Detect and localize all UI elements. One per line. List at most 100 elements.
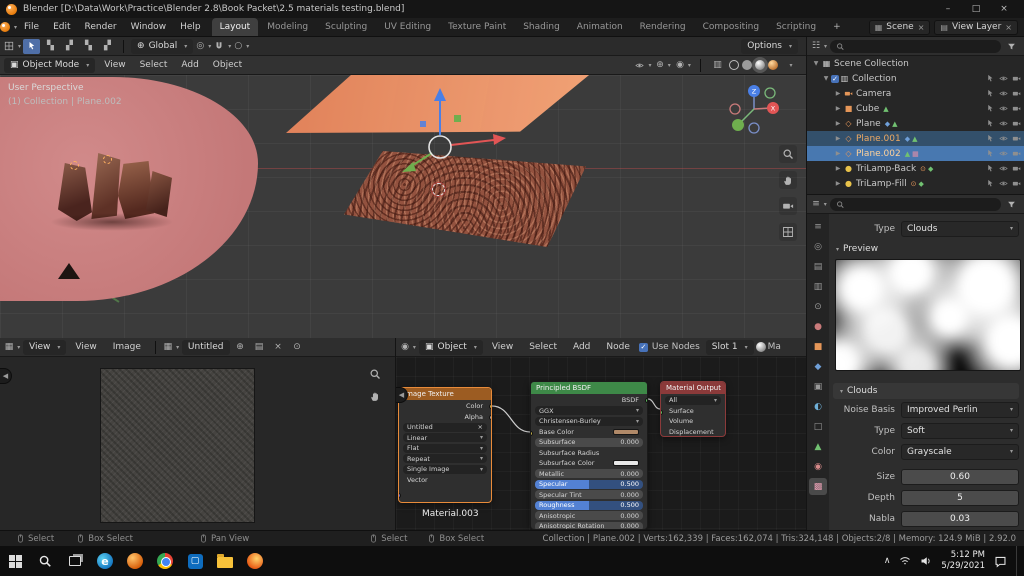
subsurface-slider[interactable]: Subsurface 0.000 [535,437,643,447]
noise-basis-dropdown[interactable]: Improved Perlin ▾ [901,401,1019,418]
base-color-swatch[interactable] [613,428,639,435]
expand-icon[interactable]: ▶ [833,90,843,97]
pin-icon[interactable]: ⊙ [289,340,306,355]
shader-menu-node[interactable]: Node [599,338,637,356]
color-dropdown[interactable]: Grayscale ▾ [901,443,1019,460]
browse-image-icon[interactable]: ▦ ▾ [163,340,180,355]
outliner-row-cube[interactable]: ▶ ■ Cube ▲ [807,101,1024,116]
ortho-grid-icon[interactable] [779,223,797,241]
navigation-gizmo[interactable]: Z X [728,83,780,135]
unlink-view-layer-icon[interactable]: × [1005,23,1012,32]
tab-render[interactable]: ◎ [809,238,827,255]
hide-eye-icon[interactable] [999,89,1008,99]
selectable-icon[interactable] [986,119,995,129]
image-texture-node[interactable]: Image Texture Color Alpha Untitled × Line… [398,387,492,503]
interpolation-dropdown[interactable]: Linear ▾ [403,433,487,442]
action-center-icon[interactable] [994,555,1007,568]
preview-section-header[interactable]: ▾ Preview [833,241,1019,257]
shading-rendered-button[interactable] [768,60,778,70]
select-mode-intersect-icon[interactable]: ▞ [99,39,116,54]
properties-search[interactable] [830,197,1001,211]
base-color-input-socket[interactable] [531,431,533,436]
viewport-menu-select[interactable]: Select [133,60,175,70]
depth-field[interactable]: 5 [901,489,1019,506]
volume-icon[interactable] [920,555,932,567]
subsurface-method-dropdown[interactable]: Christensen-Burley ▾ [535,416,643,426]
material-output-node[interactable]: Material Output All ▾ Surface Volume Disp… [660,381,726,437]
outliner-row-scene-collection[interactable]: ▼ ▦ Scene Collection [807,56,1024,71]
chrome-icon[interactable] [150,546,180,576]
texture-type-dropdown[interactable]: Clouds ▾ [901,220,1019,237]
material-slot-dropdown[interactable]: Slot 1 ▾ [705,339,754,355]
camera-view-icon[interactable] [779,197,797,215]
unlink-image-icon[interactable]: × [478,423,483,431]
extension-dropdown[interactable]: Repeat ▾ [403,454,487,463]
editor-type-dropdown[interactable]: ▾ [4,39,21,54]
pivot-point-dropdown[interactable]: ◎ ▾ [195,39,212,54]
render-camera-icon[interactable] [1012,164,1021,174]
outliner-row-plane-001[interactable]: ▶ ◇ Plane.001 ◆ ▲ [807,131,1024,146]
visibility-dropdown[interactable]: ▾ [635,58,652,73]
workspace-tab-uv-editing[interactable]: UV Editing [376,18,439,36]
selectable-icon[interactable] [986,134,995,144]
start-button[interactable] [0,546,30,576]
editor-type-dropdown[interactable]: ▦ ▾ [4,340,21,355]
menu-file[interactable]: File [17,18,46,36]
hide-eye-icon[interactable] [999,104,1008,114]
image-datablock-field[interactable]: Untitled × [403,422,487,432]
scene-selector[interactable]: ▦ Scene × [868,19,931,35]
new-image-icon[interactable]: ⊕ [232,340,249,355]
shading-dropdown[interactable]: ▾ [781,58,798,73]
gizmos-dropdown[interactable]: ⊕ ▾ [655,58,672,73]
proportional-editing-icon[interactable]: ○ ▾ [233,39,250,54]
distribution-dropdown[interactable]: GGX ▾ [535,406,643,415]
show-desktop-button[interactable] [1016,546,1020,576]
shading-solid-button[interactable] [742,60,752,70]
workspace-tab-layout[interactable]: Layout [211,18,259,36]
node-header[interactable]: Image Texture [399,388,491,400]
hide-eye-icon[interactable] [999,134,1008,144]
file-explorer-icon[interactable] [210,546,240,576]
specular-tint-slider[interactable]: Specular Tint 0.000 [535,490,643,499]
color-output-socket[interactable] [489,404,491,409]
outliner-row-camera[interactable]: ▶ Camera [807,86,1024,101]
editor-type-dropdown[interactable]: ≡ ▾ [811,197,828,212]
expand-icon[interactable]: ▶ [833,180,843,187]
workspace-tab-rendering[interactable]: Rendering [632,18,694,36]
mode-dropdown[interactable]: ▣ Object Mode ▾ [4,57,96,73]
image-editor[interactable]: ▦ ▾ View ▾ View Image ▦ ▾ Untitled ⊕ ▤ × ⊙ … [0,338,396,530]
overlays-dropdown[interactable]: ◉ ▾ [675,58,692,73]
workspace-tab-modeling[interactable]: Modeling [259,18,316,36]
active-tool-select-box[interactable] [23,38,41,54]
outliner-search[interactable] [830,39,1001,53]
shader-editor[interactable]: ◉ ▾ ▣ Object ▾ View Select Add Node ✓ Use … [396,338,806,530]
render-camera-icon[interactable] [1012,89,1021,99]
image-mode-dropdown[interactable]: View ▾ [23,339,67,355]
noise-type-dropdown[interactable]: Soft ▾ [901,422,1019,439]
hide-eye-icon[interactable] [999,119,1008,129]
selectable-icon[interactable] [986,179,995,189]
editor-type-dropdown[interactable]: ◉ ▾ [400,340,417,355]
move-gizmo[interactable] [380,75,520,195]
outliner-search-input[interactable] [847,41,995,51]
selectable-icon[interactable] [986,89,995,99]
zoom-icon[interactable] [366,366,383,381]
tab-object[interactable]: ■ [809,338,827,355]
shading-wireframe-button[interactable] [729,60,739,70]
expand-icon[interactable]: ▼ [821,75,831,82]
options-dropdown[interactable]: Options ▾ [741,38,798,54]
tab-world[interactable]: ● [809,318,827,335]
minimize-button[interactable]: – [934,0,962,18]
subsurface-color-swatch[interactable] [613,460,639,466]
selectable-icon[interactable] [986,164,995,174]
render-camera-icon[interactable] [1012,104,1021,114]
nabla-field[interactable]: 0.03 [901,510,1019,527]
image-name-field[interactable]: Untitled [181,339,230,355]
outliner-row-trilamp-back[interactable]: ▶ ● TriLamp-Back ⊙ ◆ [807,161,1024,176]
image-menu-image[interactable]: Image [106,338,148,356]
viewport-menu-object[interactable]: Object [206,60,249,70]
hide-eye-icon[interactable] [999,164,1008,174]
unlink-image-icon[interactable]: × [270,340,287,355]
blender-menu-icon[interactable]: ▾ [0,20,17,35]
shader-menu-select[interactable]: Select [522,338,564,356]
